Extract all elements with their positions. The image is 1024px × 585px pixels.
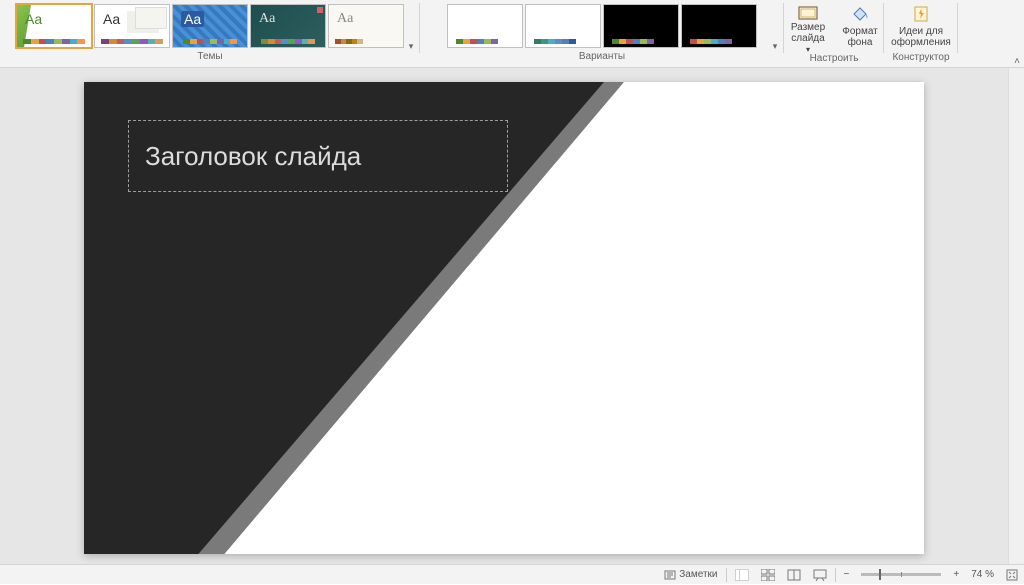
theme-thumb-4[interactable]: Aa (250, 4, 326, 48)
slide[interactable]: Заголовок слайда (84, 82, 924, 554)
design-ideas-label: Идеи для оформления (890, 26, 952, 48)
themes-expand-button[interactable]: ▾ (404, 39, 418, 53)
theme-thumb-label: Aa (103, 11, 120, 27)
paint-bucket-icon (850, 4, 870, 24)
slideshow-button[interactable] (807, 565, 833, 585)
variant-swatch (612, 39, 654, 44)
customize-group-label: Настроить (810, 52, 859, 66)
bg-format-label: Формат фона (838, 26, 882, 48)
variants-expand-button[interactable]: ▾ (768, 39, 782, 53)
slideshow-icon (813, 569, 827, 581)
slide-sorter-icon (761, 569, 775, 581)
customize-group: Размер слайда ▾ Формат фона Настроить (784, 0, 884, 67)
variant-thumb-3[interactable] (603, 4, 679, 48)
designer-group-label: Конструктор (892, 51, 949, 65)
notes-button[interactable]: Заметки (658, 565, 723, 585)
theme-thumb-label: Aa (259, 11, 275, 27)
vertical-scrollbar[interactable] (1008, 68, 1024, 564)
theme-thumb-3[interactable]: Aa (172, 4, 248, 48)
collapse-ribbon-button[interactable]: ˄ (1014, 56, 1020, 67)
notes-label: Заметки (679, 569, 717, 580)
theme-swatch (335, 39, 363, 44)
separator (726, 568, 727, 582)
theme-thumb-2[interactable]: Aa (94, 4, 170, 48)
theme-thumb-5[interactable]: Aa (328, 4, 404, 48)
separator (835, 568, 836, 582)
variant-thumb-4[interactable] (681, 4, 757, 48)
zoom-level[interactable]: 74 % (965, 565, 1000, 585)
theme-thumb-1[interactable]: Aa (16, 4, 92, 48)
slide-canvas-area: Заголовок слайда (0, 68, 1008, 564)
reading-view-button[interactable] (781, 565, 807, 585)
theme-thumb-label: Aa (181, 11, 204, 27)
fit-to-window-button[interactable] (1000, 565, 1024, 585)
slide-size-button[interactable]: Размер слайда ▾ (782, 2, 834, 52)
ribbon: Aa Aa Aa Aa Aa ▾ Темы (0, 0, 1024, 68)
slide-title-text: Заголовок слайда (145, 141, 361, 172)
designer-group: Идеи для оформления Конструктор (884, 0, 958, 67)
variant-thumb-2[interactable] (525, 4, 601, 48)
themes-group: Aa Aa Aa Aa Aa ▾ Темы (0, 0, 420, 67)
normal-view-icon (735, 569, 749, 581)
theme-swatch (183, 39, 237, 44)
reading-view-icon (787, 569, 801, 581)
zoom-slider[interactable] (861, 573, 941, 576)
theme-thumb-label: Aa (25, 11, 42, 27)
slide-title-placeholder[interactable]: Заголовок слайда (128, 120, 508, 192)
theme-swatch (101, 39, 163, 44)
status-bar: Заметки − + 74 % (0, 564, 1024, 584)
themes-group-label: Темы (197, 50, 222, 64)
notes-icon (664, 569, 676, 581)
theme-thumb-label: Aa (337, 11, 353, 27)
variants-gallery (447, 2, 757, 50)
lightning-icon (911, 4, 931, 24)
variant-swatch (690, 39, 732, 44)
normal-view-button[interactable] (729, 565, 755, 585)
variant-swatch (534, 39, 576, 44)
slide-size-label: Размер слайда (786, 22, 830, 44)
variants-group: ▾ Варианты (420, 0, 784, 67)
themes-gallery: Aa Aa Aa Aa Aa (16, 2, 404, 50)
theme-swatch (23, 39, 85, 44)
fit-icon (1006, 569, 1018, 581)
slide-size-icon (798, 4, 818, 20)
zoom-out-button[interactable]: − (838, 565, 856, 585)
zoom-in-button[interactable]: + (947, 565, 965, 585)
variant-thumb-1[interactable] (447, 4, 523, 48)
variant-swatch (456, 39, 498, 44)
design-ideas-button[interactable]: Идеи для оформления (886, 2, 956, 51)
variants-group-label: Варианты (579, 50, 625, 64)
slide-sorter-button[interactable] (755, 565, 781, 585)
theme-swatch (261, 39, 315, 44)
bg-format-button[interactable]: Формат фона (834, 2, 886, 52)
